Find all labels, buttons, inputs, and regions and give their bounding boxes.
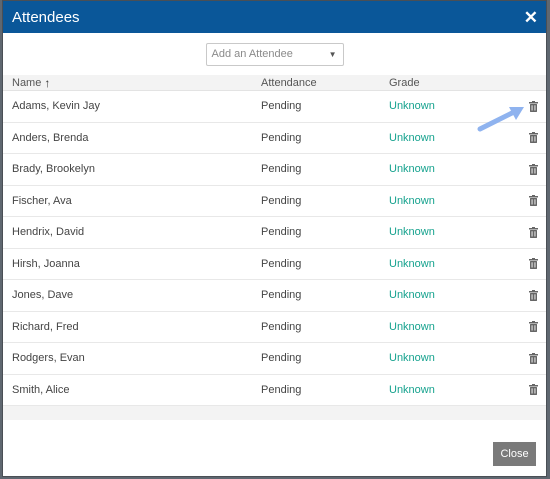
- trash-icon: [528, 100, 538, 112]
- attendee-name: Jones, Dave: [12, 289, 74, 302]
- dialog-header: Attendees ✕: [3, 1, 546, 33]
- grade-status[interactable]: Unknown: [381, 352, 521, 364]
- attendee-name: Smith, Alice: [12, 383, 70, 396]
- sort-ascending-icon: ↑: [44, 75, 51, 90]
- attendance-status: Pending: [261, 131, 302, 144]
- trash-icon: [528, 384, 538, 396]
- attendance-status: Pending: [261, 257, 302, 270]
- delete-attendee-button[interactable]: [521, 352, 545, 364]
- trash-icon: [528, 289, 538, 301]
- table-row: Brady, Brookelyn Pending Unknown: [3, 154, 546, 186]
- trash-icon: [528, 163, 538, 175]
- table-row: Fischer, Ava Pending Unknown: [3, 186, 546, 217]
- attendees-dialog: Attendees ✕ Add an Attendee ▼ Name ↑ Att…: [2, 0, 547, 477]
- attendance-status: Pending: [261, 100, 302, 113]
- table-row: Smith, Alice Pending Unknown: [3, 375, 546, 406]
- trash-icon: [528, 195, 538, 207]
- delete-attendee-button[interactable]: [521, 258, 545, 270]
- grade-status[interactable]: Unknown: [381, 100, 521, 112]
- attendance-status: Pending: [261, 163, 302, 176]
- table-row: Richard, Fred Pending Unknown: [3, 312, 546, 343]
- delete-attendee-button[interactable]: [521, 132, 545, 144]
- column-header-name[interactable]: Name ↑: [3, 76, 253, 90]
- attendee-name: Fischer, Ava: [12, 194, 72, 207]
- trash-icon: [528, 258, 538, 270]
- table-body: Adams, Kevin Jay Pending Unknown Anders, Br…: [3, 91, 546, 406]
- column-header-grade[interactable]: Grade: [381, 77, 481, 89]
- trash-icon: [528, 321, 538, 333]
- attendee-name: Richard, Fred: [12, 320, 79, 333]
- grade-status[interactable]: Unknown: [381, 226, 521, 238]
- column-header-attendance[interactable]: Attendance: [253, 77, 381, 89]
- grade-status[interactable]: Unknown: [381, 163, 521, 175]
- delete-attendee-button[interactable]: [521, 100, 545, 112]
- dialog-title: Attendees: [12, 8, 80, 26]
- column-header-name-label: Name: [12, 76, 42, 89]
- close-button[interactable]: Close: [493, 442, 536, 466]
- table-row: Adams, Kevin Jay Pending Unknown: [3, 91, 546, 123]
- delete-attendee-button[interactable]: [521, 384, 545, 396]
- grade-status[interactable]: Unknown: [381, 258, 521, 270]
- add-attendee-select[interactable]: Add an Attendee ▼: [205, 42, 344, 66]
- table-row: Rodgers, Evan Pending Unknown: [3, 343, 546, 375]
- attendee-name: Hirsh, Joanna: [12, 257, 80, 270]
- grade-status[interactable]: Unknown: [381, 321, 521, 333]
- trash-icon: [528, 352, 538, 364]
- table-row: Anders, Brenda Pending Unknown: [3, 123, 546, 154]
- add-attendee-row: Add an Attendee ▼: [3, 33, 546, 75]
- delete-attendee-button[interactable]: [521, 321, 545, 333]
- attendance-status: Pending: [261, 352, 302, 365]
- grade-status[interactable]: Unknown: [381, 195, 521, 207]
- delete-attendee-button[interactable]: [521, 226, 545, 238]
- delete-attendee-button[interactable]: [521, 163, 545, 175]
- grade-status[interactable]: Unknown: [381, 384, 521, 396]
- attendee-name: Brady, Brookelyn: [12, 163, 95, 176]
- chevron-down-icon: ▼: [328, 49, 337, 59]
- attendance-status: Pending: [261, 383, 302, 396]
- table-row: Hirsh, Joanna Pending Unknown: [3, 249, 546, 280]
- grade-status[interactable]: Unknown: [381, 132, 521, 144]
- delete-attendee-button[interactable]: [521, 195, 545, 207]
- attendee-name: Anders, Brenda: [12, 131, 89, 144]
- attendee-name: Rodgers, Evan: [12, 352, 85, 365]
- table-row: Jones, Dave Pending Unknown: [3, 280, 546, 312]
- grade-status[interactable]: Unknown: [381, 289, 521, 301]
- attendance-status: Pending: [261, 320, 302, 333]
- delete-attendee-button[interactable]: [521, 289, 545, 301]
- close-icon[interactable]: ✕: [524, 9, 538, 26]
- trash-icon: [528, 132, 538, 144]
- add-attendee-placeholder: Add an Attendee: [211, 48, 293, 60]
- attendance-status: Pending: [261, 194, 302, 207]
- attendees-table: Name ↑ Attendance Grade Adams, Kevin Jay…: [3, 75, 546, 422]
- attendee-name: Adams, Kevin Jay: [12, 100, 101, 113]
- dialog-footer: Close: [3, 420, 546, 476]
- attendance-status: Pending: [261, 226, 302, 239]
- attendee-name: Hendrix, David: [12, 226, 85, 239]
- table-header: Name ↑ Attendance Grade: [3, 75, 546, 91]
- attendance-status: Pending: [261, 289, 302, 302]
- trash-icon: [528, 226, 538, 238]
- table-row: Hendrix, David Pending Unknown: [3, 217, 546, 249]
